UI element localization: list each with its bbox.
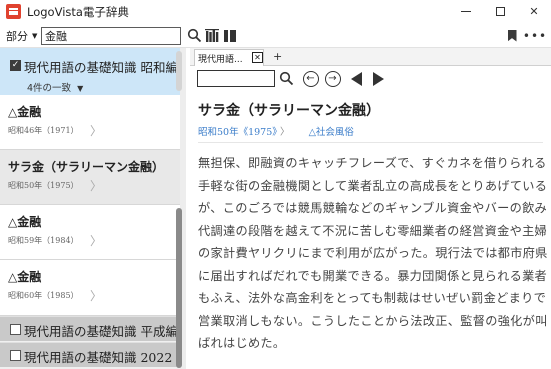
search-scope-dropdown[interactable]: 部分 ▼ bbox=[6, 27, 37, 44]
title-bar: LogoVista電子辞典 ✕ bbox=[0, 0, 551, 23]
chevron-down-icon: ▼ bbox=[32, 31, 38, 40]
entry-body: 無担保、即融資のキャッチフレーズで、すぐカネを借りられる手軽な街の金融機関として… bbox=[198, 156, 548, 350]
dictionary-name: 現代用語の基礎知識 昭和編 bbox=[24, 60, 178, 75]
back-button[interactable] bbox=[347, 69, 366, 88]
more-dots-icon: ••• bbox=[522, 28, 548, 43]
result-headword: △金融 bbox=[8, 270, 42, 284]
sidebar-scrollbar-thumb[interactable] bbox=[176, 208, 182, 368]
active-dictionary-header[interactable]: ✓ 現代用語の基礎知識 昭和編 4件の一致 ▼ bbox=[0, 48, 180, 95]
list-item[interactable]: △金融 昭和46年（1971） 〉 bbox=[0, 95, 180, 150]
list-item[interactable]: サラ金（サラリーマン金融） 昭和50年（1975） 〉 bbox=[0, 150, 180, 205]
chevron-right-icon: 〉 bbox=[90, 124, 103, 138]
new-tab-button[interactable]: + bbox=[273, 50, 282, 63]
result-headword: △金融 bbox=[8, 215, 42, 229]
dictionary-checkbox[interactable] bbox=[10, 350, 21, 361]
tab-label: 現代用語... bbox=[198, 55, 243, 65]
search-button[interactable] bbox=[185, 26, 203, 45]
bookmark-button[interactable] bbox=[503, 26, 521, 45]
divider bbox=[198, 142, 543, 143]
search-icon bbox=[187, 28, 201, 43]
previous-match-button[interactable]: ← bbox=[301, 69, 320, 88]
chevron-right-icon: 〉 bbox=[90, 289, 103, 303]
toolbar: 部分 ▼ ••• bbox=[0, 23, 551, 48]
result-era: 昭和59年（1984） bbox=[8, 236, 79, 245]
chevron-right-icon: 〉 bbox=[280, 127, 290, 138]
search-icon bbox=[279, 71, 294, 86]
search-input[interactable] bbox=[41, 27, 181, 45]
find-in-entry-input[interactable] bbox=[197, 70, 275, 87]
search-scope-label: 部分 bbox=[6, 29, 28, 43]
entry-nav-bar: ← → bbox=[190, 66, 551, 92]
tab-close-button[interactable]: ✕ bbox=[252, 52, 263, 63]
list-item[interactable]: △金融 昭和60年（1985） 〉 bbox=[0, 260, 180, 316]
circle-arrow-right-icon: → bbox=[324, 70, 341, 87]
minimize-icon bbox=[461, 11, 471, 12]
entry-viewer: 現代用語... ✕ + ← → サラ金（サラリーマン金融） 昭和50年《1975… bbox=[190, 48, 551, 369]
more-options-button[interactable]: ••• bbox=[522, 26, 548, 45]
result-era: 昭和46年（1971） bbox=[8, 126, 79, 135]
dictionary-name: 現代用語の基礎知識 平成編 bbox=[24, 324, 178, 339]
close-window-button[interactable]: ✕ bbox=[517, 0, 551, 23]
dictionary-row[interactable]: 現代用語の基礎知識 2022 bbox=[0, 342, 180, 367]
check-icon: ✓ bbox=[10, 60, 21, 71]
chevron-down-icon: ▼ bbox=[77, 84, 84, 93]
tab-entry[interactable]: 現代用語... ✕ bbox=[194, 49, 264, 66]
app-logo-icon bbox=[6, 4, 21, 19]
circle-arrow-left-icon: ← bbox=[302, 70, 319, 87]
match-count[interactable]: 4件の一致 ▼ bbox=[27, 80, 83, 94]
result-era: 昭和50年（1975） bbox=[8, 181, 79, 190]
list-item[interactable]: △金融 昭和59年（1984） 〉 bbox=[0, 205, 180, 260]
result-headword: サラ金（サラリーマン金融） bbox=[8, 160, 165, 174]
match-count-label: 4件の一致 bbox=[27, 83, 72, 94]
window-title: LogoVista電子辞典 bbox=[27, 4, 129, 19]
entry-title: サラ金（サラリーマン金融） bbox=[198, 103, 380, 119]
find-in-entry-button[interactable] bbox=[277, 69, 296, 88]
layout-toggle-button[interactable] bbox=[221, 26, 239, 45]
next-match-button[interactable]: → bbox=[323, 69, 342, 88]
minimize-button[interactable] bbox=[449, 0, 483, 23]
bookmark-icon bbox=[507, 29, 517, 42]
results-sidebar: ✓ 現代用語の基礎知識 昭和編 4件の一致 ▼ △金融 昭和46年（1971） … bbox=[0, 48, 186, 369]
result-era: 昭和60年（1985） bbox=[8, 291, 79, 300]
back-triangle-icon bbox=[351, 71, 362, 86]
split-view-icon bbox=[224, 29, 236, 42]
sidebar-scrollbar-top bbox=[176, 51, 182, 91]
maximize-button[interactable] bbox=[483, 0, 517, 23]
dictionary-row[interactable]: 現代用語の基礎知識 平成編 bbox=[0, 316, 180, 341]
forward-button[interactable] bbox=[369, 69, 388, 88]
dictionary-select-button[interactable] bbox=[203, 26, 221, 45]
dictionary-name: 現代用語の基礎知識 2022 bbox=[24, 350, 173, 365]
maximize-icon bbox=[495, 7, 505, 16]
chevron-right-icon: 〉 bbox=[90, 234, 103, 248]
entry-category-link[interactable]: △社会風俗 bbox=[309, 127, 354, 138]
dictionary-shelf-icon bbox=[204, 28, 219, 42]
result-headword: △金融 bbox=[8, 105, 42, 119]
entry-era-link[interactable]: 昭和50年《1975》 bbox=[198, 127, 277, 138]
tab-bar: 現代用語... ✕ + bbox=[190, 48, 551, 66]
chevron-right-icon: 〉 bbox=[90, 179, 103, 193]
dictionary-checkbox[interactable]: ✓ bbox=[10, 60, 21, 71]
forward-triangle-icon bbox=[373, 71, 384, 86]
entry-meta: 昭和50年《1975》〉 △社会風俗 bbox=[198, 124, 354, 138]
dictionary-checkbox[interactable] bbox=[10, 324, 21, 335]
